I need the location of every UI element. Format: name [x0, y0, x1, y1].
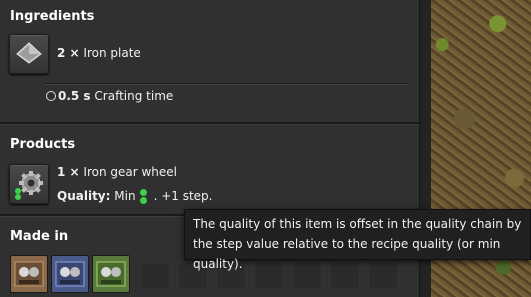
clock-icon — [46, 91, 56, 101]
ingredient-row: 2 × Iron plate — [57, 46, 141, 60]
quality-value: Min — [114, 189, 136, 203]
machine-slot-1[interactable] — [10, 255, 48, 293]
empty-machine-slot — [292, 262, 322, 290]
ingredients-heading: Ingredients — [10, 9, 95, 24]
quality-icon[interactable] — [139, 189, 148, 204]
assembling-machine-1-icon — [14, 261, 44, 287]
quality-tooltip: The quality of this item is offset in th… — [184, 209, 531, 271]
iron-plate-icon — [16, 42, 42, 64]
empty-machine-slot — [140, 262, 170, 290]
quality-step: . +1 step. — [153, 189, 213, 203]
ingredient-slot[interactable] — [9, 34, 49, 74]
ingredients-divider — [44, 83, 408, 84]
crafting-time-label: Crafting time — [94, 89, 174, 103]
product-amount: 1 × — [57, 165, 80, 179]
iron-gear-wheel-icon — [15, 171, 43, 200]
product-slot[interactable] — [9, 164, 49, 204]
machine-slot-3[interactable] — [92, 255, 130, 293]
crafting-time-value: 0.5 s — [58, 89, 91, 103]
empty-machine-slot — [368, 262, 398, 290]
ingredient-name: Iron plate — [83, 46, 141, 60]
crafting-time-row: 0.5 s Crafting time — [46, 89, 173, 103]
product-quality-row: Quality: Min . +1 step. — [57, 189, 212, 204]
assembling-machine-2-icon — [55, 261, 85, 287]
empty-machine-slot — [330, 262, 360, 290]
quality-label: Quality: — [57, 189, 111, 203]
products-heading: Products — [10, 137, 76, 152]
machine-slot-2[interactable] — [51, 255, 89, 293]
product-name: Iron gear wheel — [83, 165, 178, 179]
assembling-machine-3-icon — [96, 261, 126, 287]
product-row: 1 × Iron gear wheel — [57, 165, 177, 179]
made-in-heading: Made in — [10, 229, 69, 244]
ingredients-section: Ingredients 2 × Iron plate 0.5 s Craftin… — [0, 0, 419, 123]
empty-machine-slot — [254, 262, 284, 290]
ingredient-amount: 2 × — [57, 46, 80, 60]
